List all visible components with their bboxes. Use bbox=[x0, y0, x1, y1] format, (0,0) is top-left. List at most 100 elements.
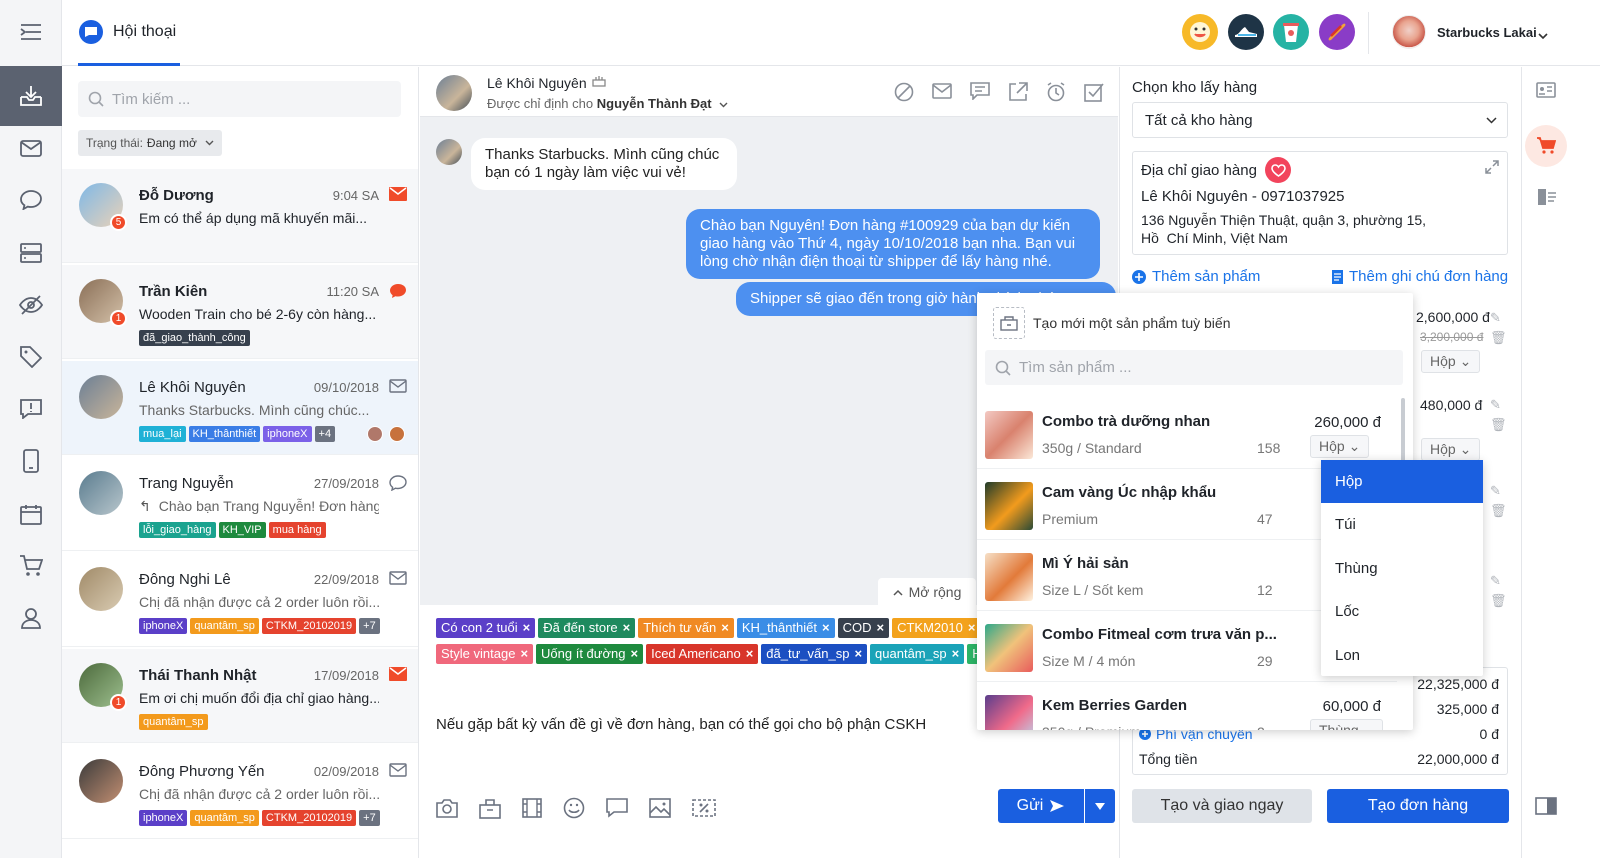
cart-icon[interactable] bbox=[0, 540, 62, 592]
product-row[interactable]: Combo trà dưỡng nhan 350g / Standard 158 26… bbox=[977, 398, 1397, 469]
product-search-input[interactable]: Tìm sản phẩm ... bbox=[985, 350, 1403, 385]
conversation-item[interactable]: Đông Nghi Lê 22/09/2018 Chị đã nhận được c… bbox=[62, 553, 418, 647]
contact-avatar[interactable] bbox=[436, 75, 472, 111]
add-note-link[interactable]: Thêm ghi chú đơn hàng bbox=[1332, 268, 1508, 285]
tag-chip[interactable]: Thích tư vấn × bbox=[638, 618, 734, 638]
agent-icon[interactable] bbox=[0, 592, 62, 644]
unit-select[interactable]: Hộp ⌄ bbox=[1421, 350, 1481, 373]
calendar-icon[interactable] bbox=[0, 488, 62, 540]
tag-chip[interactable]: COD × bbox=[837, 618, 890, 638]
app-icon-hotdog[interactable] bbox=[1319, 14, 1355, 50]
unit-option[interactable]: Hộp bbox=[1321, 460, 1483, 503]
tag-chip[interactable]: Style vintage × bbox=[436, 644, 534, 664]
close-icon[interactable]: × bbox=[523, 620, 531, 636]
tag-chip[interactable]: quantâm_sp × bbox=[870, 644, 965, 664]
close-icon[interactable]: × bbox=[968, 620, 976, 636]
emoji-icon[interactable] bbox=[563, 797, 585, 819]
mobile-icon[interactable] bbox=[0, 435, 62, 487]
feedback-icon[interactable] bbox=[0, 383, 62, 435]
chevron-down-icon[interactable] bbox=[719, 102, 728, 108]
close-icon[interactable]: × bbox=[877, 620, 885, 636]
unit-option[interactable]: Thùng bbox=[1321, 547, 1483, 590]
create-and-ship-button[interactable]: Tạo và giao ngay bbox=[1132, 789, 1312, 823]
chat-icon[interactable] bbox=[0, 174, 62, 226]
image-icon[interactable] bbox=[649, 798, 671, 818]
user-name[interactable]: Starbucks Lakai bbox=[1437, 25, 1537, 40]
edit-icon[interactable]: ✎ bbox=[1490, 310, 1507, 326]
warehouse-select[interactable]: Tất cả kho hàng bbox=[1132, 102, 1508, 138]
app-icon-sneaker[interactable] bbox=[1228, 14, 1264, 50]
product-row[interactable]: Kem Berries Garden 350g / Premium 2 60,000 … bbox=[977, 682, 1397, 730]
eye-off-icon[interactable] bbox=[0, 279, 62, 331]
discount-icon[interactable] bbox=[692, 799, 716, 817]
conversation-item[interactable]: Trang Nguyễn 27/09/2018 ↰ Chào bạn Trang Ng… bbox=[62, 457, 418, 551]
expand-button[interactable]: Mở rộng bbox=[878, 578, 976, 606]
search-input[interactable]: Tìm kiếm ... bbox=[78, 81, 401, 117]
alarm-icon[interactable] bbox=[1046, 82, 1066, 102]
unit-option[interactable]: Túi bbox=[1321, 503, 1483, 546]
quick-reply-icon[interactable] bbox=[606, 798, 628, 818]
close-icon[interactable]: × bbox=[630, 646, 638, 662]
edit-icon[interactable]: ✎ bbox=[1490, 483, 1507, 499]
edit-icon[interactable]: ✎ bbox=[1490, 573, 1507, 589]
mail-icon[interactable] bbox=[932, 82, 952, 100]
video-icon[interactable] bbox=[522, 798, 542, 818]
close-icon[interactable]: × bbox=[854, 646, 862, 662]
contact-name[interactable]: Lê Khôi Nguyên bbox=[487, 75, 587, 91]
block-icon[interactable] bbox=[894, 82, 914, 102]
external-link-icon[interactable] bbox=[1008, 82, 1028, 102]
message-input[interactable]: Nếu gặp bất kỳ vấn đề gì về đơn hàng, bạ… bbox=[436, 716, 926, 733]
close-icon[interactable]: × bbox=[952, 646, 960, 662]
close-icon[interactable]: × bbox=[721, 620, 729, 636]
trash-icon[interactable]: 🗑 bbox=[1490, 417, 1507, 433]
cart-icon[interactable] bbox=[1525, 125, 1567, 167]
close-icon[interactable]: × bbox=[746, 646, 754, 662]
tag-icon[interactable] bbox=[0, 331, 62, 383]
conversation-item[interactable]: 1 Trần Kiên 11:20 SA Wooden Train cho bé 2-… bbox=[62, 265, 418, 359]
app-icon-crying-face[interactable] bbox=[1182, 14, 1218, 50]
panel-toggle-icon[interactable] bbox=[1535, 797, 1557, 818]
close-icon[interactable]: × bbox=[623, 620, 631, 636]
contact-card-icon[interactable] bbox=[1536, 82, 1556, 101]
close-icon[interactable]: × bbox=[822, 620, 830, 636]
status-filter[interactable]: Trạng thái: Đang mở bbox=[78, 130, 222, 156]
check-square-icon[interactable] bbox=[1084, 82, 1104, 102]
edit-icon[interactable]: ✎ bbox=[1490, 397, 1507, 413]
conversation-item[interactable]: Đông Phương Yến 02/09/2018 Chị đã nhận đượ… bbox=[62, 745, 418, 839]
unit-select[interactable]: Hộp ⌄ bbox=[1421, 438, 1481, 461]
inbox-icon[interactable] bbox=[0, 66, 62, 126]
unit-option[interactable]: Lon bbox=[1321, 634, 1483, 677]
chevron-down-icon[interactable] bbox=[1538, 27, 1548, 43]
camera-icon[interactable] bbox=[436, 798, 458, 818]
transfer-icon[interactable] bbox=[1537, 188, 1557, 209]
mail-icon[interactable] bbox=[0, 122, 62, 174]
conversation-item[interactable]: 5 Đỗ Dương 9:04 SA Em có thể áp dụng mã khu… bbox=[62, 169, 418, 263]
trash-icon[interactable]: 🗑 bbox=[1490, 503, 1507, 519]
unit-option[interactable]: Lốc bbox=[1321, 590, 1483, 633]
trash-icon[interactable]: 🗑 bbox=[1490, 330, 1507, 346]
trash-icon[interactable]: 🗑 bbox=[1490, 593, 1507, 609]
conversation-item[interactable]: 1 Thái Thanh Nhật 17/09/2018 Em ơi chị muốn… bbox=[62, 649, 418, 743]
tag-chip[interactable]: Đã đến store × bbox=[538, 618, 636, 638]
comment-icon[interactable] bbox=[970, 82, 990, 100]
unit-select[interactable]: Hộp ⌄ bbox=[1310, 435, 1370, 458]
send-options-button[interactable] bbox=[1085, 789, 1115, 823]
send-button[interactable]: Gửi bbox=[998, 789, 1084, 823]
tag-chip[interactable]: KH_thânthiết × bbox=[736, 618, 835, 638]
menu-icon[interactable] bbox=[0, 6, 62, 58]
create-custom-product[interactable]: Tạo mới một sản phẩm tuỳ biến bbox=[1033, 315, 1231, 331]
tag-chip[interactable]: Iced Americano × bbox=[646, 644, 759, 664]
unit-select[interactable]: Thùng ⌄ bbox=[1310, 719, 1384, 730]
close-icon[interactable]: × bbox=[520, 646, 528, 662]
expand-icon[interactable] bbox=[1485, 160, 1499, 174]
create-order-button[interactable]: Tạo đơn hàng bbox=[1327, 789, 1509, 823]
product-icon[interactable] bbox=[479, 797, 501, 819]
tag-chip[interactable]: Uống ít đường × bbox=[536, 644, 644, 664]
conversation-item[interactable]: Lê Khôi Nguyên 09/10/2018 Thanks Starbucks… bbox=[62, 361, 418, 455]
app-icon-cup[interactable] bbox=[1273, 14, 1309, 50]
tag-chip[interactable]: Có con 2 tuổi × bbox=[436, 618, 536, 638]
heart-icon[interactable] bbox=[1265, 157, 1291, 183]
avatar[interactable] bbox=[1392, 15, 1426, 49]
tag-chip[interactable]: CTKM2010 × bbox=[892, 618, 981, 638]
assigned-agent[interactable]: Nguyễn Thành Đạt bbox=[597, 96, 712, 111]
